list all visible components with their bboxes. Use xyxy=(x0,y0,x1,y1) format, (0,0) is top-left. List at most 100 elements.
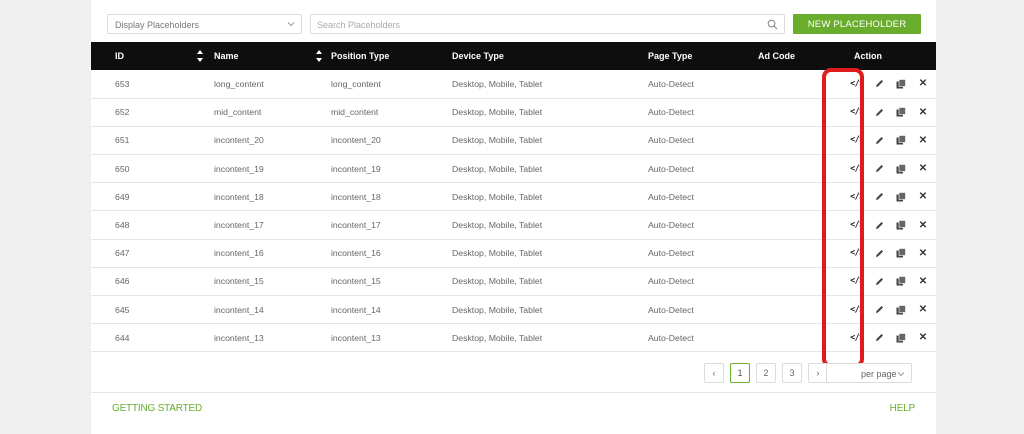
delete-icon[interactable]: ✕ xyxy=(912,77,934,91)
row-id: 647 xyxy=(115,248,130,259)
sort-icon[interactable] xyxy=(197,50,203,62)
pencil-icon[interactable] xyxy=(868,246,890,260)
delete-icon[interactable]: ✕ xyxy=(912,331,934,345)
column-header-ad-code: Ad Code xyxy=(758,51,795,61)
pencil-icon[interactable] xyxy=(868,218,890,232)
delete-icon[interactable]: ✕ xyxy=(912,218,934,232)
column-header-name[interactable]: Name xyxy=(214,42,331,70)
row-ad-code xyxy=(758,70,844,98)
table-row: 649 incontent_18 incontent_18 Desktop, Mobi… xyxy=(91,183,936,211)
code-icon[interactable]: </> xyxy=(846,105,868,119)
copy-icon[interactable] xyxy=(890,246,912,260)
row-ad-code xyxy=(758,324,844,352)
chevron-down-icon xyxy=(897,372,905,377)
search-input[interactable] xyxy=(317,18,747,31)
copy-icon[interactable] xyxy=(890,133,912,147)
code-icon[interactable]: </> xyxy=(846,246,868,260)
row-position-type: incontent_19 xyxy=(331,163,381,174)
table-row: 653 long_content long_content Desktop, Mobi… xyxy=(91,70,936,99)
row-ad-code xyxy=(758,296,844,324)
column-header-id[interactable]: ID xyxy=(91,42,214,70)
row-device-type: Desktop, Mobile, Tablet xyxy=(452,191,543,202)
pagination-prev-button[interactable]: ‹ xyxy=(704,363,724,383)
row-page-type: Auto-Detect xyxy=(648,191,694,202)
copy-icon[interactable] xyxy=(890,77,912,91)
delete-icon[interactable]: ✕ xyxy=(912,303,934,317)
row-position-type: incontent_15 xyxy=(331,276,381,287)
copy-icon[interactable] xyxy=(890,105,912,119)
row-ad-code xyxy=(758,211,844,239)
row-actions: </> ✕ xyxy=(844,126,936,154)
pencil-icon[interactable] xyxy=(868,77,890,91)
row-name: incontent_13 xyxy=(214,332,264,343)
copy-icon[interactable] xyxy=(890,274,912,288)
toolbar: Display Placeholders NEW PLACEHOLDER xyxy=(107,14,921,34)
pencil-icon[interactable] xyxy=(868,133,890,147)
pagination-next-button[interactable]: › xyxy=(808,363,828,383)
column-header-device-type: Device Type xyxy=(452,51,504,61)
copy-icon[interactable] xyxy=(890,190,912,204)
row-page-type: Auto-Detect xyxy=(648,78,694,89)
row-id: 644 xyxy=(115,332,130,343)
delete-icon[interactable]: ✕ xyxy=(912,246,934,260)
search-icon[interactable] xyxy=(767,19,778,30)
row-id: 650 xyxy=(115,163,130,174)
row-id: 653 xyxy=(115,78,130,89)
code-icon[interactable]: </> xyxy=(846,162,868,176)
row-position-type: long_content xyxy=(331,78,381,89)
placeholder-type-value: Display Placeholders xyxy=(115,20,200,30)
row-ad-code xyxy=(758,267,844,295)
pencil-icon[interactable] xyxy=(868,331,890,345)
row-actions: </> ✕ xyxy=(844,239,936,267)
placeholder-type-select[interactable]: Display Placeholders xyxy=(107,14,302,34)
row-id: 646 xyxy=(115,276,130,287)
table-row: 650 incontent_19 incontent_19 Desktop, Mobi… xyxy=(91,155,936,183)
row-position-type: incontent_20 xyxy=(331,135,381,146)
copy-icon[interactable] xyxy=(890,162,912,176)
copy-icon[interactable] xyxy=(890,331,912,345)
row-device-type: Desktop, Mobile, Tablet xyxy=(452,163,543,174)
row-position-type: incontent_17 xyxy=(331,220,381,231)
row-id: 652 xyxy=(115,107,130,118)
row-id: 648 xyxy=(115,220,130,231)
pagination-page-1[interactable]: 1 xyxy=(730,363,750,383)
copy-icon[interactable] xyxy=(890,303,912,317)
column-header-id-label: ID xyxy=(115,51,124,61)
new-placeholder-button[interactable]: NEW PLACEHOLDER xyxy=(793,14,921,34)
table-row: 651 incontent_20 incontent_20 Desktop, Mobi… xyxy=(91,126,936,155)
row-actions: </> ✕ xyxy=(844,98,936,126)
help-link[interactable]: HELP xyxy=(890,403,916,414)
row-page-type: Auto-Detect xyxy=(648,248,694,259)
code-icon[interactable]: </> xyxy=(846,133,868,147)
pencil-icon[interactable] xyxy=(868,162,890,176)
row-position-type: incontent_13 xyxy=(331,332,381,343)
pagination-page-3[interactable]: 3 xyxy=(782,363,802,383)
delete-icon[interactable]: ✕ xyxy=(912,162,934,176)
pencil-icon[interactable] xyxy=(868,105,890,119)
code-icon[interactable]: </> xyxy=(846,190,868,204)
delete-icon[interactable]: ✕ xyxy=(912,133,934,147)
code-icon[interactable]: </> xyxy=(846,331,868,345)
chevron-down-icon xyxy=(287,22,295,27)
placeholders-table: ID Name Position Type Device Type Page T… xyxy=(91,42,936,352)
copy-icon[interactable] xyxy=(890,218,912,232)
delete-icon[interactable]: ✕ xyxy=(912,190,934,204)
pencil-icon[interactable] xyxy=(868,274,890,288)
row-name: incontent_17 xyxy=(214,220,264,231)
per-page-select[interactable]: per page xyxy=(826,363,912,383)
row-actions: </> ✕ xyxy=(844,70,936,98)
pencil-icon[interactable] xyxy=(868,190,890,204)
getting-started-link[interactable]: GETTING STARTED xyxy=(112,403,202,414)
delete-icon[interactable]: ✕ xyxy=(912,105,934,119)
pencil-icon[interactable] xyxy=(868,303,890,317)
code-icon[interactable]: </> xyxy=(846,303,868,317)
pagination-page-2[interactable]: 2 xyxy=(756,363,776,383)
code-icon[interactable]: </> xyxy=(846,218,868,232)
code-icon[interactable]: </> xyxy=(846,274,868,288)
delete-icon[interactable]: ✕ xyxy=(912,274,934,288)
sort-icon[interactable] xyxy=(316,50,322,62)
search-box xyxy=(310,14,785,34)
row-ad-code xyxy=(758,126,844,154)
row-device-type: Desktop, Mobile, Tablet xyxy=(452,135,543,146)
code-icon[interactable]: </> xyxy=(846,77,868,91)
